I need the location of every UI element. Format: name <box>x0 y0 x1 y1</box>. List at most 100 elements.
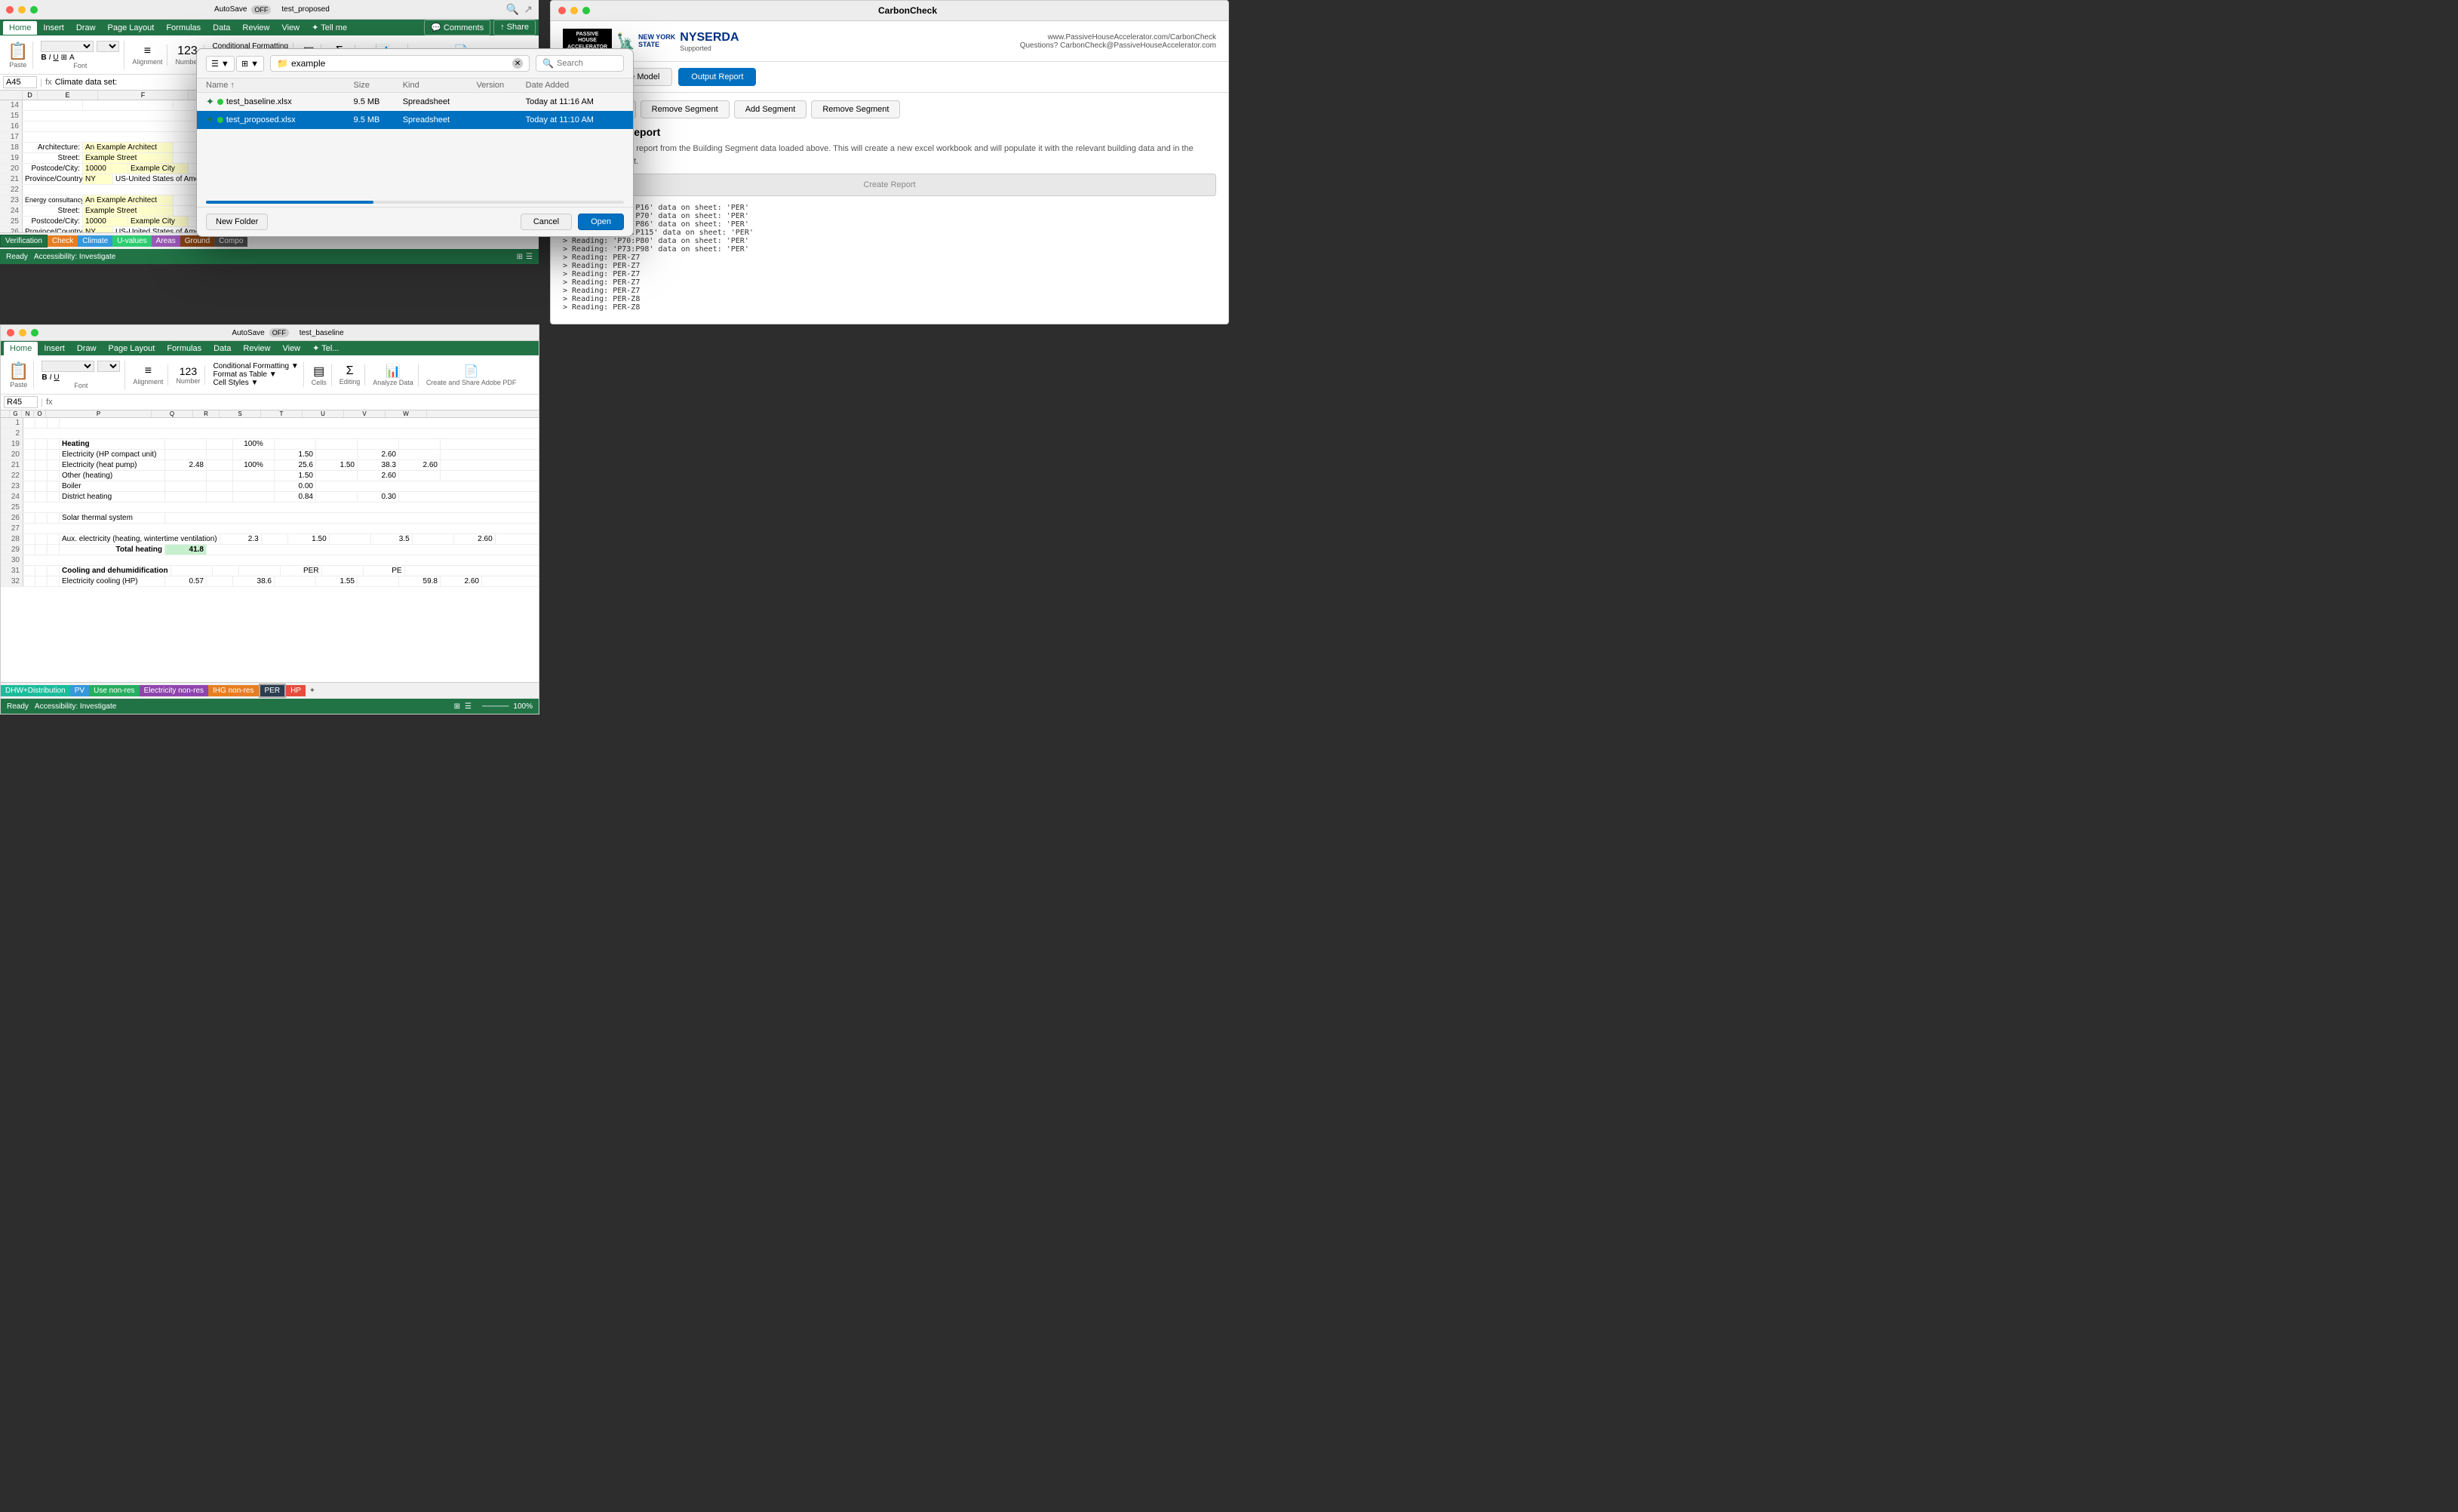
grid-view-btn-dialog[interactable]: ⊞ ▼ <box>236 56 264 72</box>
bottom-adobe-icon: 📄 <box>464 364 479 379</box>
bottom-underline-btn[interactable]: U <box>54 373 59 382</box>
fill-color-btn[interactable]: A <box>69 54 75 62</box>
sheet-tab-verification[interactable]: Verification <box>0 235 48 247</box>
sheet-tab-ground[interactable]: Ground <box>180 235 214 247</box>
tell-me[interactable]: ✦ Tell me <box>306 20 353 35</box>
bottom-tell-me[interactable]: ✦ Tel... <box>306 341 345 355</box>
minimize-button[interactable] <box>18 6 26 14</box>
bottom-paste-icon[interactable]: 📋 <box>8 361 29 381</box>
col-header-date[interactable]: Date Added <box>526 81 624 90</box>
sheet-tab-pv[interactable]: PV <box>70 685 89 696</box>
cc-minimize-btn[interactable] <box>570 7 578 14</box>
row-24: 24 <box>0 206 23 216</box>
underline-btn[interactable]: U <box>53 54 58 62</box>
tab-draw[interactable]: Draw <box>70 21 102 35</box>
sync-dot-1 <box>217 99 223 105</box>
border-btn[interactable]: ⊞ <box>61 54 67 62</box>
bottom-close-btn[interactable] <box>7 329 14 337</box>
bottom-italic-btn[interactable]: I <box>50 373 52 382</box>
bottom-row-2: 2 <box>1 429 23 438</box>
cancel-btn[interactable]: Cancel <box>521 214 572 230</box>
add-segment-btn-2[interactable]: Add Segment <box>734 100 807 118</box>
font-family-select[interactable] <box>41 41 94 52</box>
share-icon[interactable]: ↗ <box>524 3 533 16</box>
sheet-view-bottom[interactable]: ☰ <box>465 702 472 711</box>
bottom-excel-window: AutoSave OFF test_baseline Home Insert D… <box>0 324 539 715</box>
col-header-kind[interactable]: Kind <box>403 81 477 90</box>
bottom-tab-review[interactable]: Review <box>237 342 276 355</box>
grid-view-btn[interactable]: ⊞ <box>517 253 523 261</box>
bottom-tab-page-layout[interactable]: Page Layout <box>103 342 161 355</box>
tab-data[interactable]: Data <box>207 21 236 35</box>
location-clear-btn[interactable]: ✕ <box>512 58 523 69</box>
bottom-format-table-btn[interactable]: Format as Table ▼ <box>213 370 298 379</box>
bottom-tab-insert[interactable]: Insert <box>38 342 71 355</box>
bottom-minimize-btn[interactable] <box>19 329 26 337</box>
bottom-tab-view[interactable]: View <box>276 342 306 355</box>
col-header-version[interactable]: Version <box>476 81 525 90</box>
bottom-cond-format-btn[interactable]: Conditional Formatting ▼ <box>213 362 298 370</box>
bottom-cell-styles-btn[interactable]: Cell Styles ▼ <box>213 379 298 387</box>
add-sheet-btn[interactable]: + <box>306 685 319 696</box>
sheet-tab-use-non-res[interactable]: Use non-res <box>89 685 139 696</box>
new-folder-btn[interactable]: New Folder <box>206 214 268 230</box>
tab-view[interactable]: View <box>275 21 306 35</box>
bottom-maximize-btn[interactable] <box>31 329 38 337</box>
list-view-btn[interactable]: ☰ ▼ <box>206 56 235 72</box>
bottom-tab-home[interactable]: Home <box>4 342 38 355</box>
sheet-view-btn[interactable]: ☰ <box>526 253 533 261</box>
tab-home[interactable]: Home <box>3 21 37 35</box>
search-input-dialog[interactable] <box>557 59 617 68</box>
tab-review[interactable]: Review <box>236 21 275 35</box>
bottom-col-q: Q <box>152 410 193 417</box>
sheet-tab-check[interactable]: Check <box>48 235 78 247</box>
grid-view-bottom[interactable]: ⊞ <box>454 702 460 711</box>
bottom-font-family[interactable] <box>41 361 94 372</box>
italic-btn[interactable]: I <box>49 54 51 62</box>
bottom-tab-draw[interactable]: Draw <box>71 342 103 355</box>
cc-close-btn[interactable] <box>558 7 566 14</box>
bottom-col-r: R <box>193 410 220 417</box>
cell-21-t: 25.6 <box>275 460 316 470</box>
search-icon[interactable]: 🔍 <box>506 3 519 16</box>
paste-icon[interactable]: 📋 <box>8 41 28 61</box>
name-box[interactable] <box>3 76 37 88</box>
bottom-cells-icon: ▤ <box>313 364 324 379</box>
comments-btn[interactable]: 💬 Comments <box>424 20 490 35</box>
list-item[interactable]: ✦ test_proposed.xlsx 9.5 MB Spreadsheet … <box>197 111 633 129</box>
open-btn[interactable]: Open <box>578 214 624 230</box>
remove-segment-btn-2[interactable]: Remove Segment <box>811 100 900 118</box>
tab-insert[interactable]: Insert <box>37 21 70 35</box>
font-size-select[interactable] <box>97 41 119 52</box>
sheet-tab-hp[interactable]: HP <box>286 685 306 696</box>
bottom-tab-formulas[interactable]: Formulas <box>161 342 207 355</box>
maximize-button[interactable] <box>30 6 38 14</box>
remove-segment-btn-1[interactable]: Remove Segment <box>641 100 730 118</box>
bottom-font-size[interactable] <box>97 361 120 372</box>
tab-page-layout[interactable]: Page Layout <box>102 21 161 35</box>
bold-btn[interactable]: B <box>41 54 46 62</box>
cell-32-u: 1.55 <box>316 576 358 586</box>
share-btn[interactable]: ↑ Share <box>493 20 536 35</box>
sheet-tab-areas[interactable]: Areas <box>152 235 180 247</box>
output-report-btn[interactable]: Output Report <box>678 68 756 86</box>
bottom-bold-btn[interactable]: B <box>41 373 47 382</box>
cc-maximize-btn[interactable] <box>582 7 590 14</box>
sheet-tab-climate[interactable]: Climate <box>78 235 112 247</box>
cell-31-o <box>48 566 60 576</box>
sheet-tab-compo[interactable]: Compo <box>214 235 247 247</box>
sheet-tab-per[interactable]: PER <box>259 684 287 698</box>
zoom-slider[interactable]: ───── <box>482 702 508 711</box>
cell-20-t: 1.50 <box>275 450 316 459</box>
sheet-tab-uvalues[interactable]: U-values <box>112 235 151 247</box>
close-button[interactable] <box>6 6 14 14</box>
bottom-tab-data[interactable]: Data <box>207 342 237 355</box>
list-item[interactable]: ✦ test_baseline.xlsx 9.5 MB Spreadsheet … <box>197 93 633 111</box>
col-header-name[interactable]: Name ↑ <box>206 81 354 90</box>
sheet-tab-ihg-non-res[interactable]: IHG non-res <box>208 685 258 696</box>
bottom-name-box[interactable] <box>4 396 38 408</box>
sheet-tab-elec-non-res[interactable]: Electricity non-res <box>140 685 208 696</box>
sheet-tab-dhw[interactable]: DHW+Distribution <box>1 685 70 696</box>
col-header-size[interactable]: Size <box>354 81 403 90</box>
tab-formulas[interactable]: Formulas <box>160 21 207 35</box>
